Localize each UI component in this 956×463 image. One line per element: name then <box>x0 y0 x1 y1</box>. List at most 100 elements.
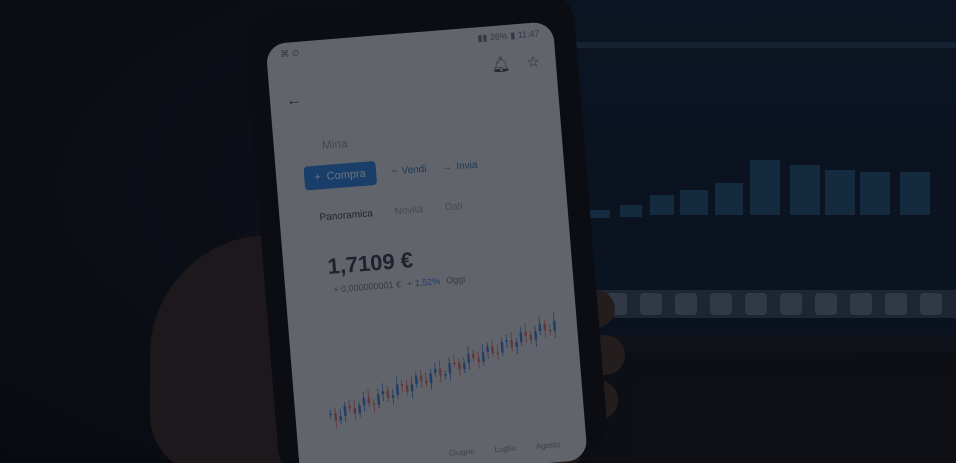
candle-body <box>510 339 514 348</box>
dock-icon <box>745 293 767 315</box>
candle-body <box>339 416 343 421</box>
candle-body <box>467 353 471 364</box>
action-row: + Compra − Vendi → Invia <box>303 153 478 191</box>
candle-body <box>505 340 508 343</box>
status-left: ⌘ ⊙ <box>279 47 300 60</box>
plus-icon: + <box>313 171 322 184</box>
sell-button[interactable]: − Vendi <box>391 163 427 177</box>
tab-bar: Panoramica Novità Dati <box>319 201 463 223</box>
candle-body <box>395 384 400 395</box>
candle-wick <box>401 380 403 393</box>
dock-icon <box>920 293 942 315</box>
smartphone: ⌘ ⊙ ▮▮ 26% ▮ 11:47 🔔︎ ☆ ← Mina + Compra … <box>243 0 610 463</box>
candlestick-chart <box>329 312 557 428</box>
candle-body <box>481 352 485 362</box>
candle-body <box>353 407 357 414</box>
send-button[interactable]: → Invia <box>442 159 478 173</box>
monitor-bar <box>650 195 674 215</box>
candle-body <box>552 320 557 332</box>
candle-wick <box>496 344 499 360</box>
sell-label: Vendi <box>401 163 427 177</box>
dock-icon <box>885 293 907 315</box>
candle-body <box>419 375 423 381</box>
monitor-bar <box>590 210 610 218</box>
change-percent: + 1,52% <box>406 276 441 289</box>
candle-body <box>462 363 466 370</box>
current-price: 1,7109 € <box>326 247 414 279</box>
change-period: Oggi <box>445 274 466 286</box>
buy-button[interactable]: + Compra <box>303 160 377 191</box>
candle-body <box>519 332 523 343</box>
bell-icon[interactable]: 🔔︎ <box>491 55 511 74</box>
candle-body <box>414 375 418 385</box>
candle-body <box>538 324 542 332</box>
dock-icon <box>815 293 837 315</box>
dock-icon <box>640 293 662 315</box>
monitor-bar <box>620 205 642 217</box>
candle-body <box>372 403 376 406</box>
dock-icon <box>850 293 872 315</box>
tab-overview[interactable]: Panoramica <box>319 208 373 223</box>
monitor-bar <box>750 160 780 215</box>
candle-body <box>410 384 414 392</box>
change-value: + 0,000000001 € <box>332 279 402 295</box>
tab-data[interactable]: Dati <box>444 201 463 213</box>
candle-body <box>524 331 527 336</box>
candle-wick <box>453 354 455 368</box>
candle-body <box>429 373 433 384</box>
candle-body <box>448 362 452 374</box>
candle-body <box>367 397 371 404</box>
candle-body <box>500 341 504 353</box>
tab-news[interactable]: Novità <box>394 204 423 217</box>
star-icon[interactable]: ☆ <box>526 52 541 71</box>
candle-body <box>471 353 475 359</box>
candle-body <box>343 405 347 416</box>
candle-body <box>444 373 447 376</box>
monitor-bar <box>715 183 743 215</box>
candle-wick <box>549 323 551 336</box>
minus-icon: − <box>391 165 398 178</box>
asset-name: Mina <box>321 136 349 153</box>
candle-body <box>548 329 552 332</box>
candle-body <box>405 385 409 392</box>
candle-body <box>438 368 442 376</box>
candle-body <box>358 405 362 414</box>
candle-body <box>543 323 547 331</box>
candle-body <box>329 413 332 416</box>
x-label: Luglio <box>494 443 517 455</box>
candle-body <box>376 394 381 405</box>
candle-body <box>381 391 385 395</box>
dock-icon <box>675 293 697 315</box>
candle-body <box>486 346 489 353</box>
photo-scene: ⌘ ⊙ ▮▮ 26% ▮ 11:47 🔔︎ ☆ ← Mina + Compra … <box>0 0 956 463</box>
candle-body <box>433 368 437 374</box>
send-label: Invia <box>455 159 478 172</box>
x-label: Giugno <box>448 446 475 458</box>
candle-wick <box>339 408 342 425</box>
candle-body <box>534 331 538 340</box>
candle-body <box>334 413 338 421</box>
candle-body <box>529 334 533 341</box>
monitor-bar <box>860 172 890 215</box>
candle-body <box>391 395 395 398</box>
top-actions: 🔔︎ ☆ <box>491 52 541 74</box>
candle-body <box>457 362 461 370</box>
candle-body <box>400 384 404 386</box>
candle-body <box>477 357 480 362</box>
status-right: ▮▮ 26% ▮ 11:47 <box>477 28 540 44</box>
monitor-bar <box>680 190 708 215</box>
buy-label: Compra <box>326 167 367 183</box>
monitor-bar <box>790 165 820 215</box>
candle-wick <box>425 372 428 388</box>
arrow-left-icon[interactable]: ← <box>285 92 302 111</box>
arrow-right-icon: → <box>441 161 453 173</box>
candle-body <box>491 346 494 354</box>
candle-body <box>362 397 366 406</box>
candle-body <box>424 380 428 384</box>
candle-body <box>386 390 390 399</box>
candle-body <box>453 362 456 365</box>
x-label: Agosto <box>535 439 561 451</box>
dock-icon <box>710 293 732 315</box>
candle-body <box>515 342 519 347</box>
candle-body <box>348 405 351 409</box>
